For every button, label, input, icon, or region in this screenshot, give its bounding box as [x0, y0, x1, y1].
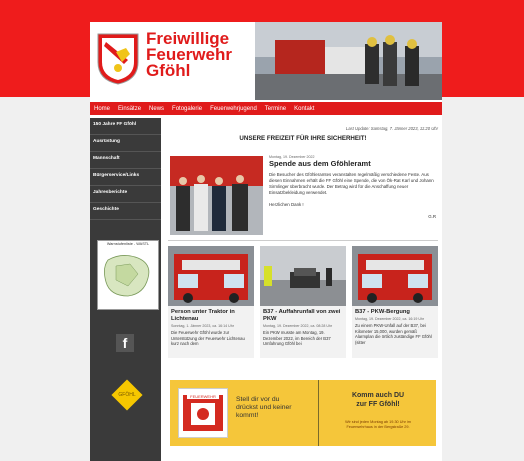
header-firefighter-photo: [255, 22, 442, 100]
main-navigation: Home Einsätze News Fotogalerie Feuerwehr…: [90, 102, 442, 115]
gfoehl-badge-label: GFÖHL: [118, 392, 136, 398]
sidebar-item-buergerservice[interactable]: Bürgerservice/Links: [90, 169, 161, 186]
alarm-button-icon: FEUERWEHR: [183, 393, 223, 431]
news-card-body: Ein PKW musste am Montag, 19. Dezember 2…: [263, 330, 331, 346]
banner-left-line-1: Stell dir vor du: [236, 396, 280, 403]
news-card-meta: Sonntag, 1. Jänner 2023, ca. 16:14 Uhr: [171, 324, 234, 328]
banner-left-line-3: kommt!: [236, 412, 259, 419]
sidebar: 150 Jahre FF Gföhl Ausrüstung Mannschaft…: [90, 118, 161, 461]
article-sign: Herzlichen Dank !: [269, 202, 304, 207]
article-initials: G.R: [428, 214, 436, 219]
banner-left-text: Stell dir vor du drückst und keiner komm…: [236, 396, 292, 420]
nav-fotogalerie[interactable]: Fotogalerie: [168, 106, 206, 112]
banner-left-line-2: drückst und keiner: [236, 404, 292, 411]
news-card-image: [352, 246, 438, 306]
warning-map-icon: [104, 255, 150, 297]
news-card[interactable]: Person unter Traktor in Lichtenau Sonnta…: [168, 246, 254, 358]
news-card-body: Die Feuerwehr Gföhl wurde zur Unterstütz…: [171, 330, 245, 346]
article-title[interactable]: Spende aus dem Gföhleramt: [269, 159, 371, 168]
article-image[interactable]: [170, 156, 263, 235]
nav-feuerwehrjugend[interactable]: Feuerwehrjugend: [206, 106, 261, 112]
fire-department-crest-logo[interactable]: [96, 32, 140, 86]
news-card-meta: Montag, 19. Dezember 2022, ca. 08:28 Uhr: [263, 324, 333, 328]
sidebar-item-geschichte[interactable]: Geschichte: [90, 203, 161, 220]
banner-right-title-1: Komm auch DU: [351, 392, 405, 399]
banner-right-small: Wir sind jeden Montag ab 19.30 Uhr im Fe…: [322, 420, 434, 430]
news-card[interactable]: B37 - Auffahrunfall von zwei PKW Montag,…: [260, 246, 346, 358]
news-card-title: B37 - Auffahrunfall von zwei PKW: [263, 309, 341, 322]
nav-kontakt[interactable]: Kontakt: [290, 106, 318, 112]
brand-name: Freiwillige Feuerwehr Gföhl: [146, 30, 232, 80]
sidebar-item-mannschaft[interactable]: Mannschaft: [90, 152, 161, 169]
sidebar-item-jahresberichte[interactable]: Jahresberichte: [90, 186, 161, 203]
site-header: Freiwillige Feuerwehr Gföhl: [90, 22, 442, 100]
news-card-title: Person unter Traktor in Lichtenau: [171, 309, 235, 322]
sidebar-item-ausruestung[interactable]: Ausrüstung: [90, 135, 161, 152]
article-body: Die Besucher des Gföhleramtes veranstalt…: [269, 172, 434, 195]
main-content: Last Update: Samstag, 7. Jänner 2023, 11…: [168, 118, 438, 461]
nav-home[interactable]: Home: [90, 106, 114, 112]
news-card-title: B37 - PKW-Bergung: [355, 309, 410, 315]
news-card-body: Zu einem PKW-Unfall auf der B37, bei Kil…: [355, 323, 432, 345]
news-card-image: [260, 246, 346, 306]
sidebar-item-150-jahre[interactable]: 150 Jahre FF Gföhl: [90, 118, 161, 135]
page-container: Freiwillige Feuerwehr Gföhl Home Einsätz…: [90, 22, 442, 461]
alarm-label: FEUERWEHR: [190, 394, 216, 399]
news-card[interactable]: B37 - PKW-Bergung Montag, 19. Dezember 2…: [352, 246, 438, 358]
recruitment-banner[interactable]: FEUERWEHR Stell dir vor du drückst und k…: [170, 380, 436, 446]
warning-map-widget[interactable]: Warnstufenliste - WASTL: [97, 240, 159, 310]
brand-line-3: Gföhl: [146, 61, 191, 80]
banner-right-small-2: Feuerwehrhaus in der Bergstraße 29.: [346, 425, 410, 429]
page-headline: UNSERE FREIZEIT FÜR IHRE SICHERHEIT!: [239, 135, 367, 142]
banner-right-title: Komm auch DU zur FF Gföhl!: [322, 392, 434, 409]
news-card-image: [168, 246, 254, 306]
alarm-button-image: FEUERWEHR: [178, 388, 228, 438]
banner-divider: [318, 380, 319, 446]
last-update: Last Update: Samstag, 7. Jänner 2023, 11…: [345, 126, 438, 131]
banner-right-title-2: zur FF Gföhl!: [356, 400, 400, 408]
nav-news[interactable]: News: [145, 106, 168, 112]
facebook-icon[interactable]: f: [116, 334, 134, 352]
news-card-meta: Montag, 19. Dezember 2022, ca. 16:19 Uhr: [355, 317, 425, 321]
nav-einsaetze[interactable]: Einsätze: [114, 106, 145, 112]
nav-termine[interactable]: Termine: [261, 106, 290, 112]
divider: [168, 240, 438, 241]
